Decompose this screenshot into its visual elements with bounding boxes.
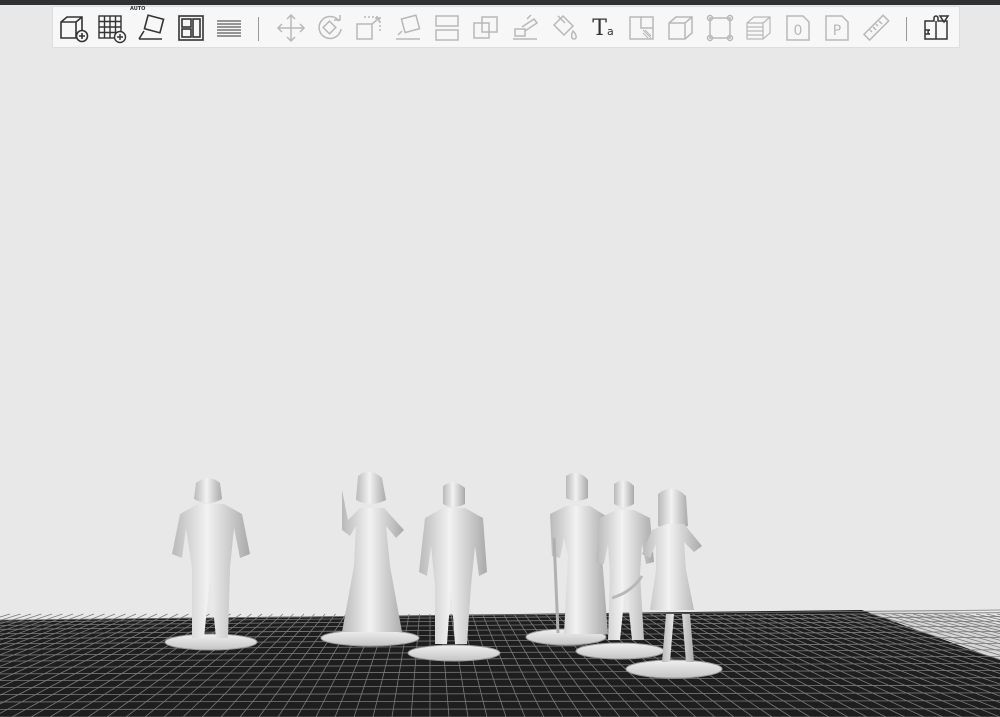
text-tool-label: T [592,15,607,41]
build-plate-grid [0,609,1000,717]
boolean-icon [473,16,498,39]
zero-icon: 0 [786,15,810,41]
grid-plus-icon [98,15,127,44]
toolbar-separator [258,17,259,41]
variable-height-label: P [833,23,841,39]
text-icon: Ta [592,16,613,41]
measure-button[interactable] [858,10,894,46]
move-icon [276,13,306,43]
move-button[interactable] [273,10,309,46]
variable-height-button[interactable]: P [819,10,855,46]
add-plate-button[interactable] [93,10,129,46]
layers-icon [217,20,241,37]
arrange-button[interactable] [173,10,209,46]
box-icon [668,16,693,40]
build-plate-scene [0,471,1000,717]
top-toolbar: AUTO Ta 0 P [52,6,960,48]
scale-icon [356,16,381,40]
slice-layers-button[interactable] [741,10,777,46]
lay-flat-icon [396,14,421,40]
support-paint-icon [513,14,539,40]
seam-icon [629,16,654,40]
assemble-icon [706,14,734,42]
boolean-button[interactable] [468,10,504,46]
text-tool-sublabel: a [606,24,614,38]
window-top-border [0,0,1000,5]
auto-orient-label: AUTO [130,6,146,12]
split-parts-button[interactable] [919,10,955,46]
rotate-button[interactable] [312,10,348,46]
scale-button[interactable] [351,10,387,46]
brim-ear-button[interactable]: 0 [780,10,816,46]
arrange-icon [178,15,204,41]
seam-paint-button[interactable] [624,10,660,46]
add-object-button[interactable] [55,10,91,46]
cube-plus-icon [60,16,89,43]
3d-viewport[interactable] [0,48,1000,717]
stack-icon [746,16,771,40]
toolbar-separator [906,17,907,41]
p-icon: P [825,15,849,41]
auto-orient-button[interactable]: AUTO [130,6,169,46]
split-icon [924,15,950,40]
layers-button[interactable] [211,10,247,46]
rotate-icon [318,15,342,40]
assemble-button[interactable] [702,10,738,46]
support-paint-button[interactable] [507,10,543,46]
lay-on-face-button[interactable] [390,10,426,46]
text-button[interactable]: Ta [585,10,621,46]
cut-button[interactable] [429,10,465,46]
auto-orient-icon [138,14,165,40]
ruler-icon [862,14,890,42]
brim-ear-label: 0 [794,23,803,39]
cut-icon [435,15,459,41]
measure-box-button[interactable] [663,10,699,46]
color-paint-button[interactable] [546,10,582,46]
paint-bucket-icon [552,14,577,40]
